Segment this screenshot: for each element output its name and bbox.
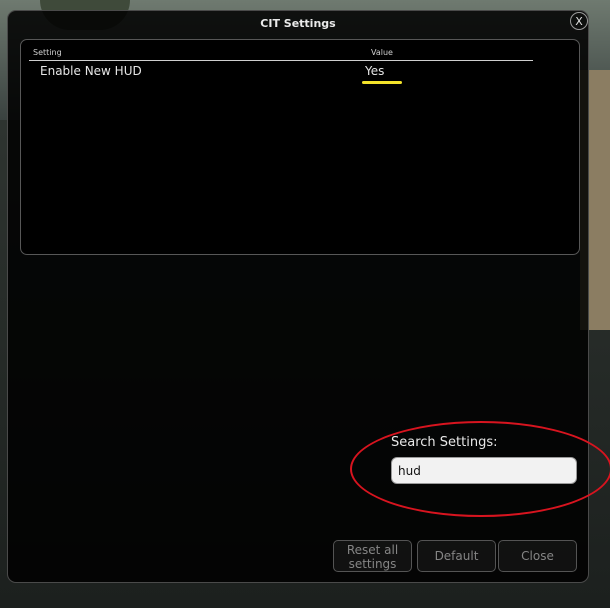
search-settings-label: Search Settings: bbox=[391, 435, 498, 450]
settings-grid: Setting Value Enable New HUD Yes bbox=[20, 39, 580, 255]
default-button[interactable]: Default bbox=[417, 540, 496, 572]
column-header-value[interactable]: Value bbox=[371, 48, 393, 57]
reset-label-line2: settings bbox=[348, 557, 397, 571]
search-input[interactable] bbox=[391, 457, 577, 484]
column-header-setting[interactable]: Setting bbox=[33, 48, 62, 57]
value-highlight-underline bbox=[362, 81, 402, 84]
window-title: CIT Settings bbox=[260, 17, 336, 30]
setting-value-cell: Yes bbox=[365, 64, 385, 78]
setting-name-cell: Enable New HUD bbox=[40, 64, 142, 78]
close-window-icon[interactable]: X bbox=[570, 12, 588, 30]
window-titlebar[interactable]: CIT Settings bbox=[8, 11, 588, 37]
header-divider bbox=[29, 60, 533, 61]
reset-label-line1: Reset all bbox=[346, 543, 399, 557]
close-button[interactable]: Close bbox=[498, 540, 577, 572]
reset-all-settings-button[interactable]: Reset all settings bbox=[333, 540, 412, 572]
settings-window: CIT Settings X Setting Value Enable New … bbox=[7, 10, 610, 583]
table-row[interactable]: Enable New HUD Yes bbox=[29, 62, 533, 84]
